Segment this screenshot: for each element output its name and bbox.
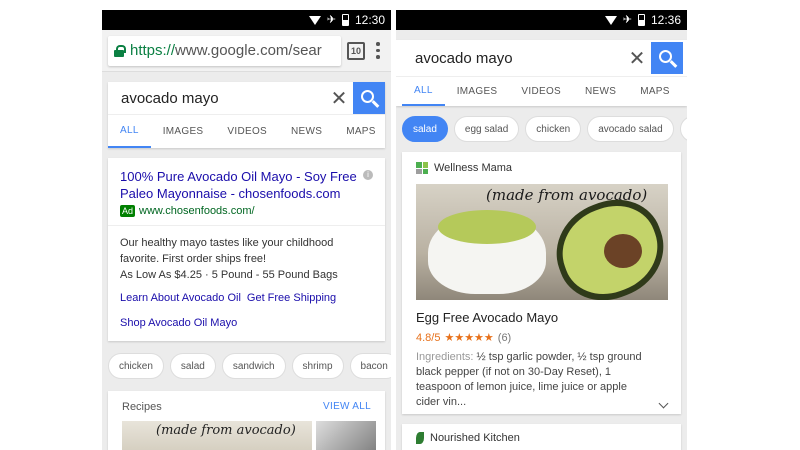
- search-header: avocado mayo ✕ ALL IMAGES VIDEOS NEWS MA…: [102, 72, 391, 148]
- ad-badge: Ad: [120, 205, 136, 217]
- lock-icon: [114, 44, 126, 57]
- tab-switcher-button[interactable]: 10: [347, 41, 365, 60]
- clear-icon[interactable]: ✕: [325, 86, 353, 111]
- rating-row: 4.8/5 ★★★★★ (6): [416, 331, 667, 345]
- battery-icon: [341, 14, 349, 26]
- status-time: 12:30: [354, 13, 385, 27]
- sitelink-shop[interactable]: Shop Avocado Oil Mayo: [108, 304, 385, 341]
- wifi-icon: [604, 15, 617, 25]
- tab-maps[interactable]: MAPS: [628, 77, 682, 106]
- search-icon: [658, 49, 672, 63]
- chip-salad[interactable]: salad: [169, 353, 216, 379]
- chevron-down-icon[interactable]: [658, 398, 669, 409]
- battery-icon: [637, 14, 645, 26]
- search-header: avocado mayo ✕ ALL IMAGES VIDEOS NEWS MA…: [396, 40, 687, 106]
- search-button[interactable]: [651, 42, 683, 74]
- site-favicon-icon: [416, 162, 428, 174]
- ad-description: Our healthy mayo tastes like your childh…: [108, 226, 385, 283]
- chip-bacon[interactable]: bacon: [349, 353, 391, 379]
- refinement-chips: chicken salad sandwich shrimp bacon: [102, 341, 391, 379]
- chip-sandwich[interactable]: sandwich: [221, 353, 286, 379]
- view-all-link[interactable]: VIEW ALL: [323, 401, 371, 413]
- status-bar: ✈ 12:36: [396, 10, 687, 30]
- wifi-icon: [308, 15, 321, 25]
- star-rating-icon: ★★★★★: [444, 332, 494, 344]
- url-scheme: https://: [130, 42, 176, 59]
- search-input[interactable]: avocado mayo: [108, 90, 325, 107]
- result-title[interactable]: Egg Free Avocado Mayo: [416, 310, 667, 325]
- sitelink-learn[interactable]: Learn About Avocado Oil: [120, 292, 241, 304]
- chip-egg-salad[interactable]: egg salad: [453, 116, 520, 142]
- ingredients-label: Ingredients:: [416, 351, 474, 363]
- ad-body-line: Our healthy mayo tastes like your childh…: [120, 237, 334, 249]
- chip-shrimp[interactable]: shrimp: [291, 353, 344, 379]
- recipes-heading: Recipes: [122, 401, 162, 413]
- site-favicon-icon: [416, 432, 424, 444]
- search-button[interactable]: [353, 82, 385, 114]
- chip-chicken[interactable]: chicken: [108, 353, 164, 379]
- rating-value: 4.8/5: [416, 331, 441, 344]
- tab-news[interactable]: NEWS: [573, 77, 628, 106]
- recipe-image[interactable]: (made from avocado): [416, 184, 668, 300]
- ad-body-line: favorite. First order ships free!: [120, 253, 267, 265]
- image-caption: (made from avocado): [486, 186, 648, 204]
- status-bar: ✈ 12:30: [102, 10, 391, 30]
- status-time: 12:36: [650, 13, 681, 27]
- airplane-icon: ✈: [622, 13, 632, 26]
- recipe-thumbnail[interactable]: (made from avocado): [122, 421, 312, 450]
- thumbnail-caption: (made from avocado): [156, 423, 296, 438]
- tab-videos[interactable]: VIDEOS: [215, 115, 279, 148]
- recipes-card: Recipes VIEW ALL (made from avocado): [108, 391, 385, 450]
- browser-toolbar: https://www.google.com/sear 10: [102, 30, 391, 72]
- tab-videos[interactable]: VIDEOS: [509, 77, 573, 106]
- search-icon: [360, 89, 374, 103]
- result-source: Wellness Mama: [434, 162, 513, 174]
- tab-news[interactable]: NEWS: [279, 115, 334, 148]
- ad-result-card: 100% Pure Avocado Oil Mayo - Soy Free Pa…: [108, 158, 385, 341]
- rating-count: (6): [497, 331, 512, 344]
- recipe-thumbnail[interactable]: [316, 421, 376, 450]
- ad-body-line: As Low As $4.25 · 5 Pound - 55 Pound Bag…: [120, 269, 338, 281]
- search-input[interactable]: avocado mayo: [402, 50, 623, 67]
- tab-maps[interactable]: MAPS: [334, 115, 388, 148]
- chip-chicken[interactable]: chicken: [525, 116, 582, 142]
- avocado-pit: [604, 234, 642, 268]
- tab-all[interactable]: ALL: [108, 115, 151, 148]
- info-icon[interactable]: i: [363, 170, 373, 180]
- tab-images[interactable]: IMAGES: [445, 77, 510, 106]
- mayo-illustration: [438, 210, 536, 244]
- search-tabs: ALL IMAGES VIDEOS NEWS MAPS: [396, 76, 687, 106]
- ad-title-link[interactable]: 100% Pure Avocado Oil Mayo - Soy Free Pa…: [120, 168, 360, 202]
- chip-avocado-salad[interactable]: avocado salad: [587, 116, 674, 142]
- phone-right: ✈ 12:36 avocado mayo ✕ ALL IMAGES VIDEOS…: [396, 10, 687, 450]
- chip-salad[interactable]: salad: [402, 116, 448, 142]
- screenshot-stage: ✈ 12:30 https://www.google.com/sear 10 a…: [0, 0, 800, 450]
- airplane-icon: ✈: [326, 13, 336, 26]
- tab-images[interactable]: IMAGES: [151, 115, 216, 148]
- tab-all[interactable]: ALL: [402, 77, 445, 106]
- recipe-result-card[interactable]: Nourished Kitchen: [402, 424, 681, 450]
- chip-truncated[interactable]: a: [679, 116, 687, 142]
- sitelink-shipping[interactable]: Get Free Shipping: [247, 292, 336, 304]
- ingredients-snippet: Ingredients: ½ tsp garlic powder, ½ tsp …: [416, 350, 669, 410]
- clear-icon[interactable]: ✕: [623, 46, 651, 71]
- result-source: Nourished Kitchen: [430, 432, 520, 444]
- refinement-chips: salad egg salad chicken avocado salad a: [396, 106, 687, 142]
- phone-left: ✈ 12:30 https://www.google.com/sear 10 a…: [102, 10, 391, 450]
- overflow-menu-icon[interactable]: [371, 42, 385, 59]
- url-host: www.google.com/sear: [175, 42, 322, 59]
- recipe-result-card[interactable]: Wellness Mama (made from avocado) Egg Fr…: [402, 152, 681, 414]
- search-tabs: ALL IMAGES VIDEOS NEWS MAPS: [108, 114, 385, 148]
- ad-display-url: www.chosenfoods.com/: [139, 205, 255, 217]
- address-bar[interactable]: https://www.google.com/sear: [108, 35, 341, 66]
